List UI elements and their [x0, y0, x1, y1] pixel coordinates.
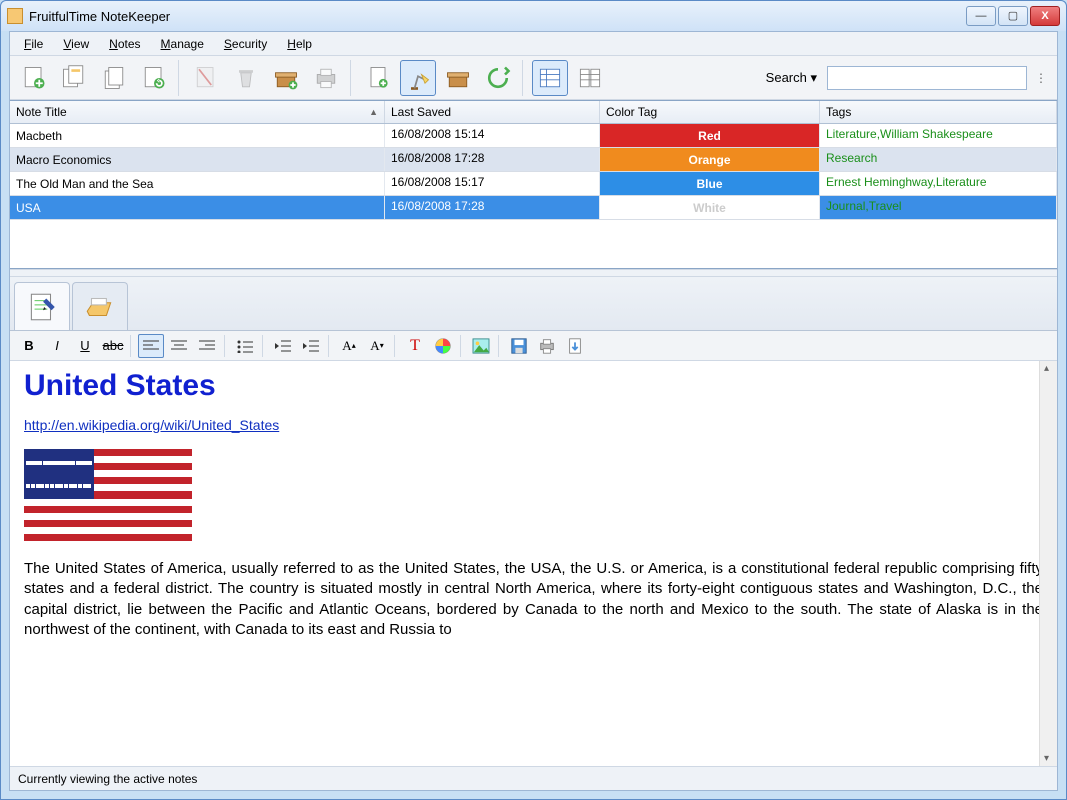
underline-button[interactable]: U	[72, 334, 98, 358]
archive-button[interactable]	[440, 60, 476, 96]
flag-image	[24, 449, 192, 541]
note-tabstrip	[10, 277, 1057, 331]
delete-note-button[interactable]	[188, 60, 224, 96]
trash-button[interactable]	[228, 60, 264, 96]
align-center-button[interactable]	[166, 334, 192, 358]
bold-button[interactable]: B	[16, 334, 42, 358]
cell-tags: Journal,Travel	[820, 196, 1057, 219]
minimize-button[interactable]: —	[966, 6, 996, 26]
table-row[interactable]: Macbeth16/08/2008 15:14RedLiterature,Wil…	[10, 124, 1057, 148]
note-stack-button[interactable]	[96, 60, 132, 96]
font-color-button[interactable]: T	[402, 334, 428, 358]
archive-add-button[interactable]	[268, 60, 304, 96]
lamp-button[interactable]	[400, 60, 436, 96]
detail-view-button[interactable]	[572, 60, 608, 96]
table-row[interactable]: Macro Economics16/08/2008 17:28OrangeRes…	[10, 148, 1057, 172]
outdent-button[interactable]	[270, 334, 296, 358]
grid-empty-area	[10, 220, 1057, 268]
tab-attachments[interactable]	[72, 282, 128, 330]
note-editor[interactable]: United States http://en.wikipedia.org/wi…	[10, 361, 1057, 766]
cell-tags: Literature,William Shakespeare	[820, 124, 1057, 147]
cell-saved: 16/08/2008 15:17	[385, 172, 600, 195]
cell-title: Macbeth	[10, 124, 385, 147]
search-dropdown[interactable]: Search ▾	[760, 70, 823, 86]
align-right-button[interactable]	[194, 334, 220, 358]
italic-button[interactable]: I	[44, 334, 70, 358]
col-color-tag[interactable]: Color Tag	[600, 101, 820, 123]
cell-saved: 16/08/2008 17:28	[385, 148, 600, 171]
cell-saved: 16/08/2008 15:14	[385, 124, 600, 147]
cell-color: Orange	[600, 148, 820, 171]
cell-title: USA	[10, 196, 385, 219]
export-button[interactable]	[562, 334, 588, 358]
status-text: Currently viewing the active notes	[18, 772, 197, 786]
menu-view[interactable]: View	[55, 35, 97, 53]
indent-button[interactable]	[298, 334, 324, 358]
col-last-saved[interactable]: Last Saved	[385, 101, 600, 123]
menu-security[interactable]: Security	[216, 35, 275, 53]
new-doc-button[interactable]	[360, 60, 396, 96]
col-note-title[interactable]: Note Title▲	[10, 101, 385, 123]
sort-indicator-icon: ▲	[369, 107, 378, 117]
table-row[interactable]: The Old Man and the Sea16/08/2008 15:17B…	[10, 172, 1057, 196]
close-button[interactable]: X	[1030, 6, 1060, 26]
search-options-icon[interactable]: ⋮	[1031, 71, 1051, 85]
copy-note-button[interactable]	[56, 60, 92, 96]
tab-edit[interactable]	[14, 282, 70, 330]
menu-file[interactable]: File	[16, 35, 51, 53]
recycle-button[interactable]	[480, 60, 516, 96]
align-left-button[interactable]	[138, 334, 164, 358]
recycle-note-button[interactable]	[136, 60, 172, 96]
maximize-button[interactable]: ▢	[998, 6, 1028, 26]
insert-image-button[interactable]	[468, 334, 494, 358]
font-decrease-button[interactable]: A▾	[364, 334, 390, 358]
cell-title: Macro Economics	[10, 148, 385, 171]
strikethrough-button[interactable]: abc	[100, 334, 126, 358]
editor-toolbar: B I U abc A▴ A▾ T	[10, 331, 1057, 361]
font-increase-button[interactable]: A▴	[336, 334, 362, 358]
color-wheel-button[interactable]	[430, 334, 456, 358]
menu-notes[interactable]: Notes	[101, 35, 148, 53]
cell-tags: Ernest Heminghway,Literature	[820, 172, 1057, 195]
menu-manage[interactable]: Manage	[153, 35, 212, 53]
note-heading: United States	[24, 369, 1043, 403]
notes-grid: Note Title▲ Last Saved Color Tag Tags Ma…	[10, 100, 1057, 269]
main-toolbar: Search ▾ ⋮	[10, 56, 1057, 100]
new-note-button[interactable]	[16, 60, 52, 96]
titlebar[interactable]: FruitfulTime NoteKeeper — ▢ X	[1, 1, 1066, 31]
cell-color: Red	[600, 124, 820, 147]
save-button[interactable]	[506, 334, 532, 358]
editor-scrollbar[interactable]	[1039, 361, 1057, 766]
note-body: The United States of America, usually re…	[24, 559, 1043, 640]
menubar: File View Notes Manage Security Help	[10, 32, 1057, 56]
cell-title: The Old Man and the Sea	[10, 172, 385, 195]
list-view-button[interactable]	[532, 60, 568, 96]
cell-tags: Research	[820, 148, 1057, 171]
note-link[interactable]: http://en.wikipedia.org/wiki/United_Stat…	[24, 417, 279, 433]
cell-saved: 16/08/2008 17:28	[385, 196, 600, 219]
splitter[interactable]	[10, 269, 1057, 277]
app-icon	[7, 8, 23, 24]
cell-color: White	[600, 196, 820, 219]
grid-header: Note Title▲ Last Saved Color Tag Tags	[10, 101, 1057, 124]
statusbar: Currently viewing the active notes	[10, 766, 1057, 790]
app-window: FruitfulTime NoteKeeper — ▢ X File View …	[0, 0, 1067, 800]
search-input[interactable]	[827, 66, 1027, 90]
print-note-button[interactable]	[534, 334, 560, 358]
menu-help[interactable]: Help	[279, 35, 320, 53]
table-row[interactable]: USA16/08/2008 17:28WhiteJournal,Travel	[10, 196, 1057, 220]
bullet-list-button[interactable]	[232, 334, 258, 358]
print-button[interactable]	[308, 60, 344, 96]
window-title: FruitfulTime NoteKeeper	[29, 9, 966, 24]
col-tags[interactable]: Tags	[820, 101, 1057, 123]
cell-color: Blue	[600, 172, 820, 195]
